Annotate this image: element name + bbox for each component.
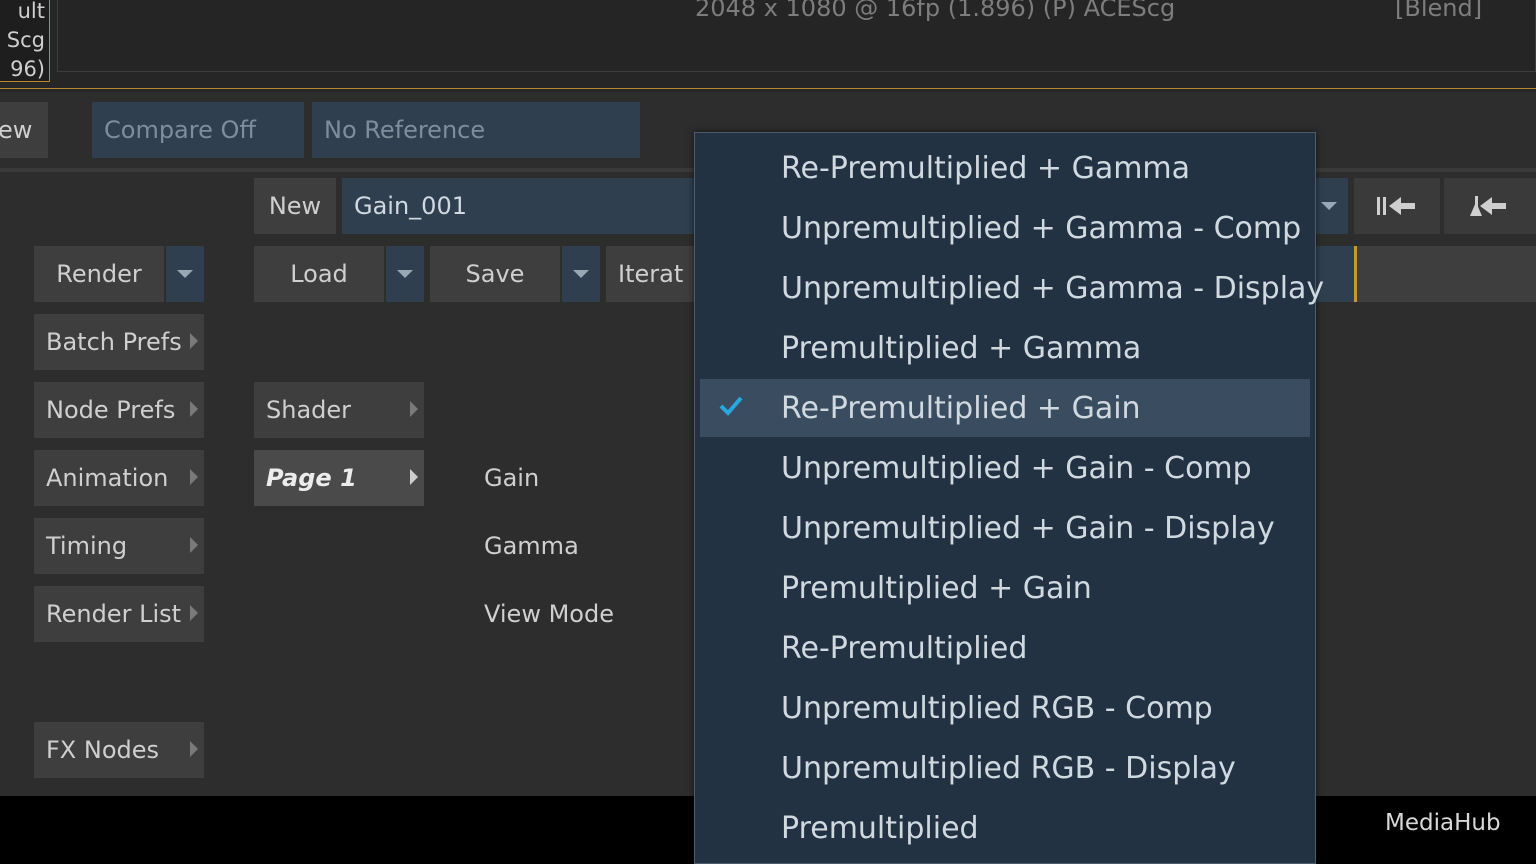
timeline-track[interactable] xyxy=(1357,246,1536,302)
view-button-label: ew xyxy=(0,116,33,144)
chevron-right-icon xyxy=(190,469,198,485)
menu-item-label: Re-Premultiplied + Gain xyxy=(781,390,1141,426)
sidebar-item-label: Animation xyxy=(46,464,169,492)
go-to-start-button[interactable] xyxy=(1354,178,1440,234)
info-line: 96) xyxy=(10,57,45,81)
chevron-right-icon xyxy=(410,469,418,485)
menu-item-label: Unpremultiplied + Gain - Display xyxy=(781,510,1275,546)
tab-label: Page 1 xyxy=(266,464,357,492)
resolution-label: 2048 x 1080 @ 16fp (1.896) (P) ACEScg xyxy=(695,0,1176,22)
new-node-label: New xyxy=(268,192,322,220)
viewer-divider xyxy=(0,88,1536,89)
chevron-right-icon xyxy=(410,401,418,417)
step-back-button[interactable] xyxy=(1444,178,1536,234)
sidebar-item-animation[interactable]: Animation xyxy=(34,450,204,506)
chevron-right-icon xyxy=(190,401,198,417)
iterate-label: Iterat xyxy=(618,260,684,288)
menu-item[interactable]: Premultiplied + Gamma xyxy=(700,319,1310,377)
sidebar-item-render-list[interactable]: Render List xyxy=(34,586,204,642)
info-line: ult xyxy=(17,0,45,23)
load-dropdown[interactable] xyxy=(386,246,424,302)
render-dropdown[interactable] xyxy=(166,246,204,302)
chevron-down-icon xyxy=(1321,202,1337,210)
sidebar-item-batch-prefs[interactable]: Batch Prefs xyxy=(34,314,204,370)
viewer-info-box: ult Scg 96) xyxy=(0,0,50,82)
menu-item-label: Unpremultiplied RGB - Comp xyxy=(781,690,1213,726)
menu-item-label: Unpremultiplied + Gamma - Comp xyxy=(781,210,1302,246)
menu-item[interactable]: Re-Premultiplied xyxy=(700,619,1310,677)
node-name-field[interactable]: Gain_001 xyxy=(342,178,702,234)
save-dropdown[interactable] xyxy=(562,246,600,302)
menu-item-label: Re-Premultiplied xyxy=(781,630,1028,666)
menu-item-label: Premultiplied + Gamma xyxy=(781,330,1142,366)
menu-item[interactable]: Unpremultiplied RGB - Comp xyxy=(700,679,1310,737)
render-label: Render xyxy=(56,260,142,288)
sidebar-item-label: Node Prefs xyxy=(46,396,176,424)
view-mode-dropdown-menu: Re-Premultiplied + Gamma Unpremultiplied… xyxy=(694,132,1324,864)
save-label: Save xyxy=(465,260,525,288)
tab-page-1[interactable]: Page 1 xyxy=(254,450,424,506)
sidebar-item-label: FX Nodes xyxy=(46,736,160,764)
tab-label: Shader xyxy=(266,396,352,424)
chevron-right-icon xyxy=(190,333,198,349)
menu-item[interactable]: Unpremultiplied + Gamma - Comp xyxy=(700,199,1310,257)
menu-item-label: Premultiplied xyxy=(781,810,979,846)
iterate-button[interactable]: Iterat xyxy=(606,246,706,302)
checkmark-icon xyxy=(719,396,743,416)
chevron-down-icon xyxy=(573,270,589,278)
menu-item-label: Premultiplied + Gain xyxy=(781,570,1092,606)
menu-item[interactable]: Premultiplied xyxy=(700,799,1310,857)
view-button[interactable]: ew xyxy=(0,102,48,158)
sidebar-item-label: Batch Prefs xyxy=(46,328,182,356)
load-button[interactable]: Load xyxy=(254,246,384,302)
menu-item[interactable]: Unpremultiplied + Gain - Display xyxy=(700,499,1310,557)
render-button[interactable]: Render xyxy=(34,246,164,302)
step-back-icon xyxy=(1470,196,1506,216)
menu-item[interactable]: Unpremultiplied + Gamma - Display xyxy=(700,259,1324,317)
load-label: Load xyxy=(290,260,348,288)
chevron-down-icon xyxy=(397,270,413,278)
tab-shader[interactable]: Shader xyxy=(254,382,424,438)
chevron-right-icon xyxy=(190,605,198,621)
gamma-label: Gamma xyxy=(484,532,579,560)
menu-item[interactable]: Re-Premultiplied + Gamma xyxy=(700,139,1310,197)
new-node-button[interactable]: New xyxy=(254,178,336,234)
menu-item-label: Unpremultiplied RGB - Display xyxy=(781,750,1236,786)
menu-item[interactable]: Premultiplied + Gain xyxy=(700,559,1310,617)
gain-label: Gain xyxy=(484,464,540,492)
menu-item[interactable]: Unpremultiplied + Gain - Comp xyxy=(700,439,1310,497)
sidebar-item-label: Render List xyxy=(46,600,182,628)
chevron-down-icon xyxy=(177,270,193,278)
menu-item[interactable]: Unpremultiplied RGB - Display xyxy=(700,739,1310,797)
menu-item-selected[interactable]: Re-Premultiplied + Gain xyxy=(700,379,1310,437)
menu-item-label: Unpremultiplied + Gamma - Display xyxy=(781,270,1325,306)
view-mode-label: View Mode xyxy=(484,600,614,628)
skip-to-start-icon xyxy=(1377,197,1415,215)
sidebar-item-timing[interactable]: Timing xyxy=(34,518,204,574)
save-button[interactable]: Save xyxy=(430,246,560,302)
mediahub-tab[interactable]: MediaHub xyxy=(1385,810,1501,836)
menu-item-label: Re-Premultiplied + Gamma xyxy=(781,150,1191,186)
menu-item-label: Unpremultiplied + Gain - Comp xyxy=(781,450,1252,486)
chevron-right-icon xyxy=(190,741,198,757)
reference-select[interactable]: No Reference xyxy=(312,102,640,158)
info-line: Scg xyxy=(6,28,45,52)
sidebar-item-fx-nodes[interactable]: FX Nodes xyxy=(34,722,204,778)
sidebar-item-node-prefs[interactable]: Node Prefs xyxy=(34,382,204,438)
chevron-right-icon xyxy=(190,537,198,553)
compare-select[interactable]: Compare Off xyxy=(92,102,304,158)
blend-mode-label: [Blend] xyxy=(1395,0,1483,22)
sidebar-item-label: Timing xyxy=(46,532,128,560)
